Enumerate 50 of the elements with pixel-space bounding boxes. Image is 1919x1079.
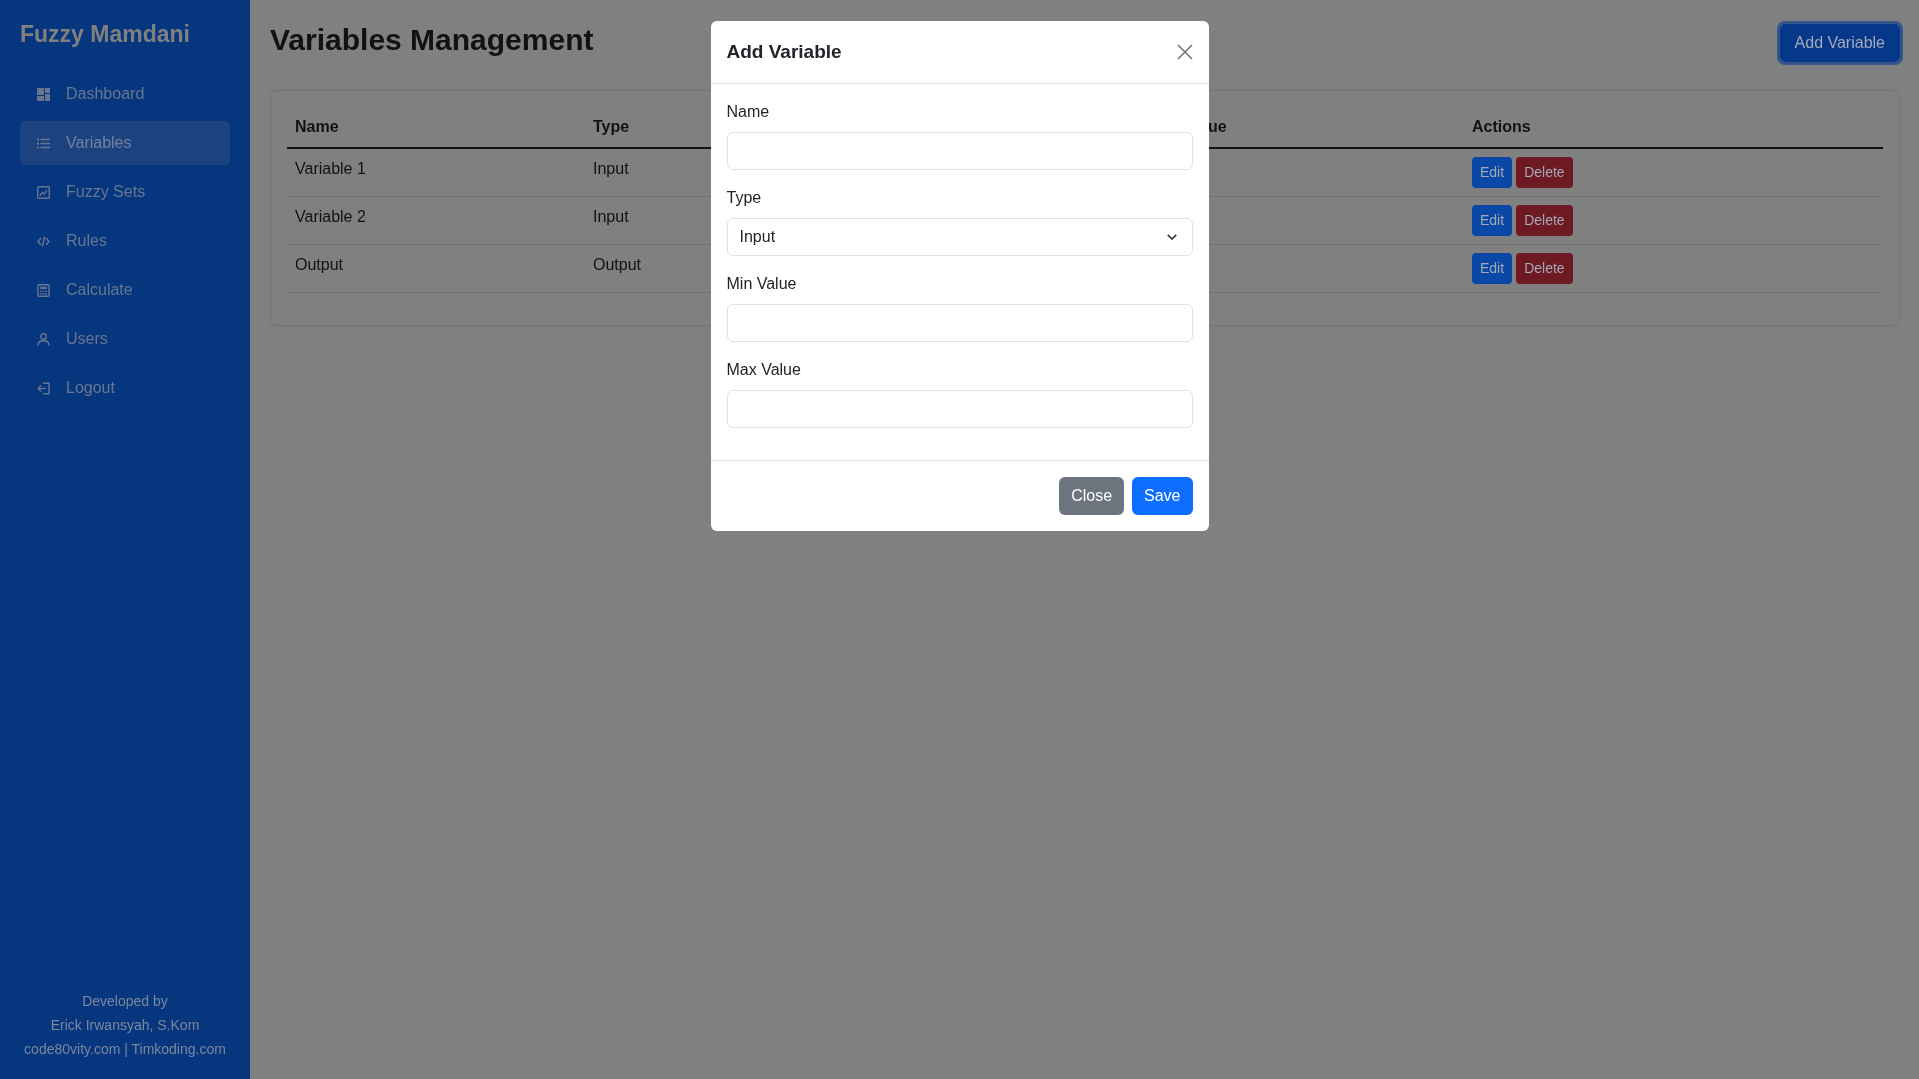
footer-credit-text: Erick Irwansyah, S.Kom <box>50 1016 200 1035</box>
delete-button[interactable]: Delete <box>1516 253 1573 284</box>
modal-title: Add Variable <box>726 40 842 64</box>
table-cell: Input <box>593 208 629 225</box>
close-icon <box>1176 44 1193 60</box>
delete-button[interactable]: Delete <box>1516 205 1573 236</box>
page-title: Variables Management <box>270 22 594 58</box>
dialog-close-button[interactable] <box>1176 44 1193 60</box>
close-button[interactable]: Close <box>1059 477 1125 515</box>
column-header: Type <box>593 118 630 135</box>
logout-icon <box>37 381 50 395</box>
calculator-icon <box>37 283 50 297</box>
chevron-down-icon <box>1166 234 1177 240</box>
delete-button[interactable]: Delete <box>1516 157 1573 188</box>
sidebar-nav-item[interactable]: Rules <box>20 219 230 263</box>
field-label: Max Value <box>726 360 801 380</box>
text-input-field[interactable] <box>726 390 1193 428</box>
list-icon <box>37 136 50 150</box>
column-header: Name <box>295 118 339 135</box>
add-variable-button[interactable]: Add Variable <box>1776 21 1903 65</box>
sidebar-nav-item[interactable]: Variables <box>20 121 230 165</box>
footer-credit-text: code80vity.com | Timkoding.com <box>24 1040 226 1059</box>
field-label: Type <box>726 188 762 208</box>
text-input-field[interactable] <box>726 132 1193 170</box>
app-title: Fuzzy Mamdani <box>20 20 190 49</box>
table-cell: Output <box>295 256 344 273</box>
sidebar-nav-item[interactable]: Users <box>20 317 230 361</box>
field-label: Name <box>726 102 770 122</box>
edit-button[interactable]: Edit <box>1472 157 1513 188</box>
text-input-field[interactable] <box>726 304 1193 342</box>
sidebar-nav-item[interactable]: Logout <box>20 366 230 410</box>
column-header: ue <box>1208 118 1227 135</box>
grid-icon <box>37 87 50 101</box>
edit-button[interactable]: Edit <box>1472 205 1513 236</box>
dropdown-select[interactable]: Input <box>726 218 1193 256</box>
table-cell: Variable 2 <box>295 208 366 225</box>
chart-icon <box>37 185 50 199</box>
table-cell: Input <box>593 160 629 177</box>
sidebar-nav-item[interactable]: Dashboard <box>20 72 230 116</box>
table-cell: Output <box>593 256 642 273</box>
column-header: Actions <box>1472 118 1531 135</box>
field-label: Min Value <box>726 274 797 294</box>
sidebar-nav-item[interactable]: Fuzzy Sets <box>20 170 230 214</box>
table-cell: Variable 1 <box>295 160 366 177</box>
code-icon <box>37 234 50 248</box>
sidebar-nav-item[interactable]: Calculate <box>20 268 230 312</box>
footer-credit-text: Developed by <box>82 992 168 1011</box>
person-icon <box>37 332 50 346</box>
edit-button[interactable]: Edit <box>1472 253 1513 284</box>
save-button[interactable]: Save <box>1132 477 1193 515</box>
